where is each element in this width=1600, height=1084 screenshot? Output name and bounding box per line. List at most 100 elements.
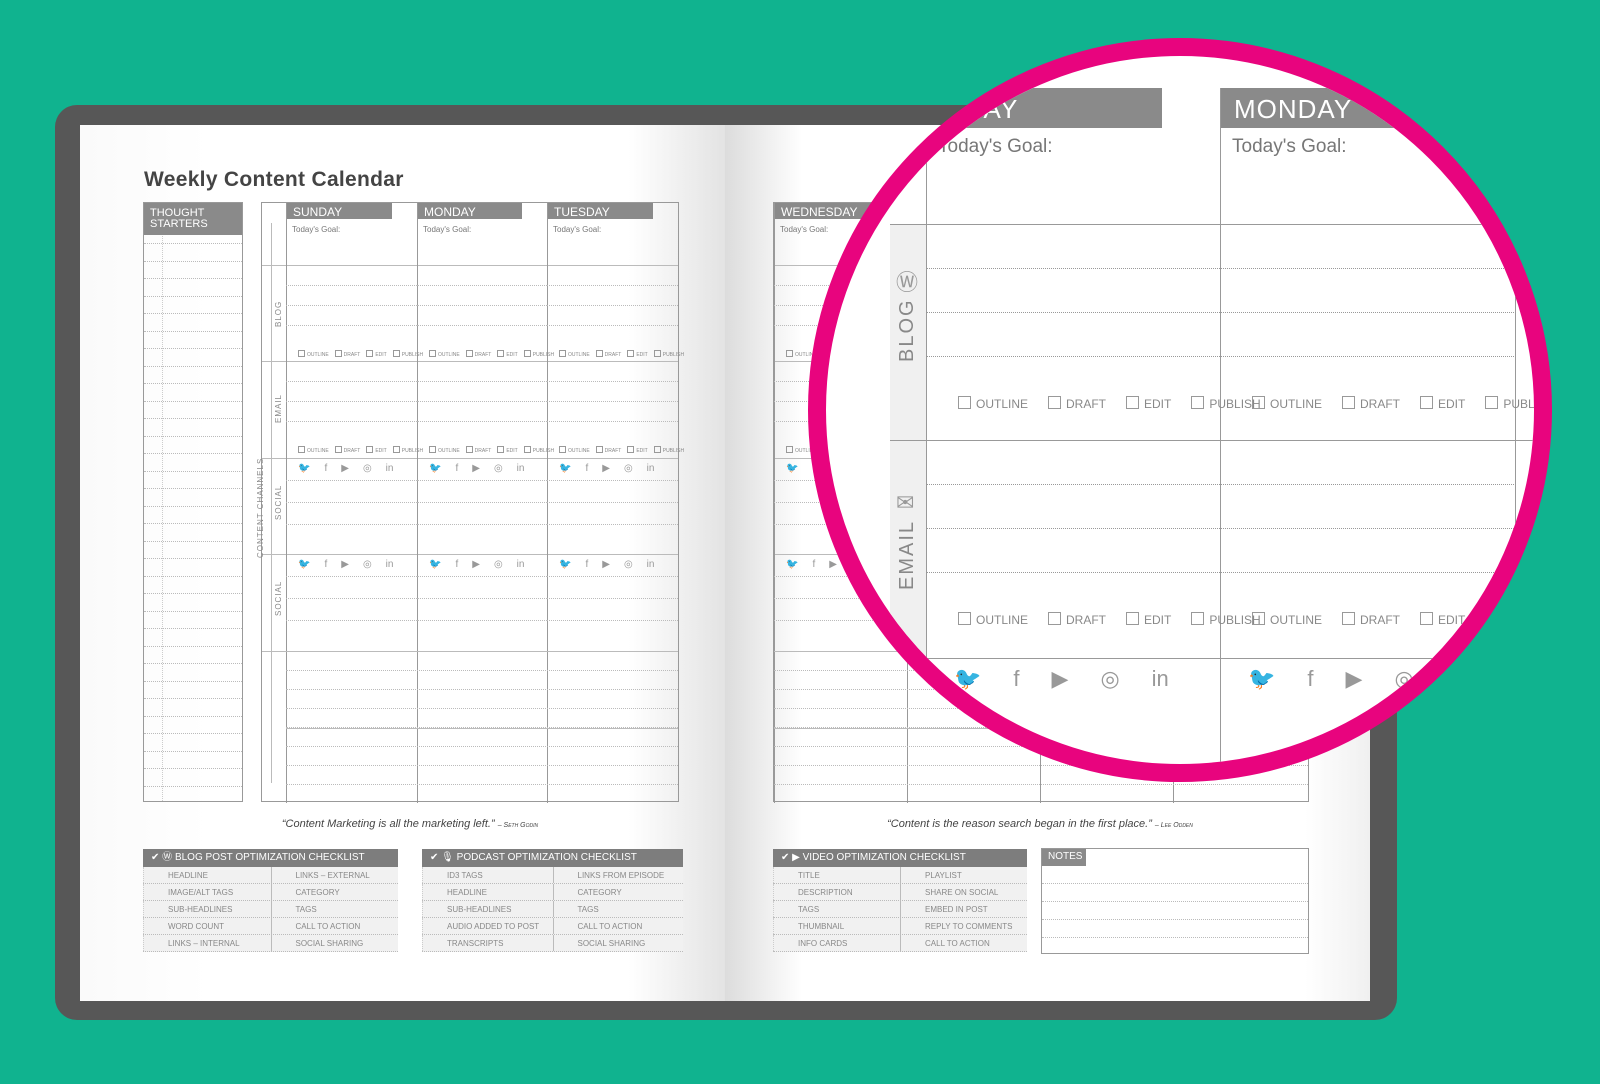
checkbox-publish[interactable]: PUBLISH [518,352,554,358]
checklist-item[interactable]: IMAGE/ALT TAGS [143,884,271,900]
checkbox-publish[interactable]: PUBLISH [648,352,684,358]
checkbox-outline[interactable]: OUTLINE [423,352,460,358]
checkbox-edit[interactable]: EDIT [1400,613,1465,627]
checklist-youtube-icon: ▶ [792,852,803,863]
checkbox-outline[interactable]: OUTLINE [292,352,329,358]
social-icons: 🐦 f ▶ ◎ in [559,463,654,474]
checklist-item[interactable]: TAGS [773,901,900,917]
checklist-item[interactable]: SHARE ON SOCIAL [900,884,1027,900]
checklist-item[interactable]: PLAYLIST [900,867,1027,883]
checkbox-edit[interactable]: EDIT [621,448,647,454]
checkbox-draft[interactable]: DRAFT [329,448,361,454]
social-icons: 🐦 f ▶ ◎ in [559,559,654,570]
page-title: Weekly Content Calendar [144,168,404,191]
rule-line [286,765,678,766]
twitter-icon: 🐦 [786,463,799,474]
checkbox-publish[interactable]: PUBLISH [1465,613,1534,627]
checklist-item[interactable]: WORD COUNT [143,918,271,934]
checkbox-outline[interactable]: OUTLINE [1232,613,1322,627]
checklist-title: PODCAST OPTIMIZATION CHECKLIST [456,852,637,863]
checkbox-outline[interactable]: OUTLINE [938,613,1028,627]
rule-line [1220,528,1514,529]
checklist-row: IMAGE/ALT TAGS CATEGORY [143,884,398,901]
checklist-item[interactable]: TITLE [773,867,900,883]
checklist-item[interactable]: SOCIAL SHARING [270,935,399,951]
checkbox-draft[interactable]: DRAFT [460,352,492,358]
goal-label: Today's Goal: [938,136,1053,157]
checkbox-publish[interactable]: PUBLISH [387,448,423,454]
checkbox-publish[interactable]: PUBLISH [648,448,684,454]
row-divider [262,265,678,266]
checkbox-edit[interactable]: EDIT [1106,397,1171,411]
checkbox-outline[interactable]: OUTLINE [1232,397,1322,411]
checklist-item[interactable]: THUMBNAIL [773,918,900,934]
goal-label: Today's Goal: [780,225,829,234]
twitter-icon: 🐦 [559,559,572,570]
checklist-item[interactable]: REPLY TO COMMENTS [900,918,1027,934]
checklist-item[interactable]: LINKS – EXTERNAL [270,867,399,883]
checklist-item[interactable]: LINKS – INTERNAL [143,935,271,951]
checkbox-outline[interactable]: OUTLINE [423,448,460,454]
checklist-item[interactable]: SUB-HEADLINES [422,901,553,917]
rule-line [547,421,678,422]
checkbox-edit[interactable]: EDIT [491,352,517,358]
checkbox-publish[interactable]: PUBLISH [518,448,554,454]
checklist-item[interactable]: CALL TO ACTION [270,918,399,934]
checkbox-publish[interactable]: PUBLISH [1465,397,1534,411]
row-divider [890,224,1534,225]
checkbox-draft[interactable]: DRAFT [1028,613,1106,627]
rule-line [144,435,242,437]
checkbox-draft[interactable]: DRAFT [590,448,622,454]
checkbox-edit[interactable]: EDIT [360,352,386,358]
checkbox-draft[interactable]: DRAFT [1322,397,1400,411]
checklist-item[interactable]: CATEGORY [270,884,399,900]
checkbox-draft[interactable]: DRAFT [1322,613,1400,627]
checklist-item[interactable]: HEADLINE [422,884,553,900]
checklist-item[interactable]: CATEGORY [552,884,684,900]
checklist-item[interactable]: CALL TO ACTION [900,935,1027,951]
youtube-icon: ▶ [1345,666,1363,691]
checklist-item[interactable]: EMBED IN POST [900,901,1027,917]
instagram-icon: ◎ [362,463,372,474]
checkbox-publish[interactable]: PUBLISH [387,352,423,358]
checkbox-edit[interactable]: EDIT [621,352,647,358]
checklist-item[interactable]: TRANSCRIPTS [422,935,553,951]
checkbox-outline[interactable]: OUTLINE [553,448,590,454]
checkbox-outline[interactable]: OUTLINE [292,448,329,454]
checkbox-edit[interactable]: EDIT [1400,397,1465,411]
checklist-item[interactable]: INFO CARDS [773,935,900,951]
checkbox-outline[interactable]: OUTLINE [553,352,590,358]
checkbox-draft[interactable]: DRAFT [329,352,361,358]
checkbox-draft[interactable]: DRAFT [1028,397,1106,411]
rule-line [547,598,678,599]
podcast-checklist: ✔ 🎙 PODCAST OPTIMIZATION CHECKLIST ID3 TA… [422,849,683,952]
task-checkboxes: OUTLINEDRAFTEDITPUBLISH [938,396,1261,411]
checklist-item[interactable]: AUDIO ADDED TO POST [422,918,553,934]
checklist-item[interactable]: DESCRIPTION [773,884,900,900]
checklist-item[interactable]: SUB-HEADLINES [143,901,271,917]
checklist-item[interactable]: TAGS [270,901,399,917]
checkbox-outline[interactable]: OUTLINE [938,397,1028,411]
task-checkboxes: OUTLINEDRAFTEDITPUBLISH [938,612,1261,627]
facebook-icon: f [1013,666,1020,691]
checkbox-draft[interactable]: DRAFT [590,352,622,358]
checklist-item[interactable]: LINKS FROM EPISODE [552,867,684,883]
checklist-item[interactable]: SOCIAL SHARING [552,935,684,951]
checklist-item[interactable]: TAGS [552,901,684,917]
checkbox-edit[interactable]: EDIT [491,448,517,454]
instagram-icon: ◎ [623,463,633,474]
social-icons: 🐦 f ▶ ◎ in [954,666,1169,692]
goal-label: Today's Goal: [553,225,602,234]
youtube-icon: ▶ [472,463,480,474]
rule-line [286,670,678,671]
facebook-icon: f [585,559,589,570]
magnified-day-header-sunday: NDAY [930,88,1162,128]
checkbox-edit[interactable]: EDIT [1106,613,1171,627]
checklist-item[interactable]: ID3 TAGS [422,867,553,883]
checkbox-draft[interactable]: DRAFT [460,448,492,454]
day-header-tuesday: TUESDAY [548,203,653,219]
checklist-item[interactable]: CALL TO ACTION [552,918,684,934]
checkbox-edit[interactable]: EDIT [360,448,386,454]
linkedin-icon: in [1445,666,1463,691]
checklist-item[interactable]: HEADLINE [143,867,271,883]
